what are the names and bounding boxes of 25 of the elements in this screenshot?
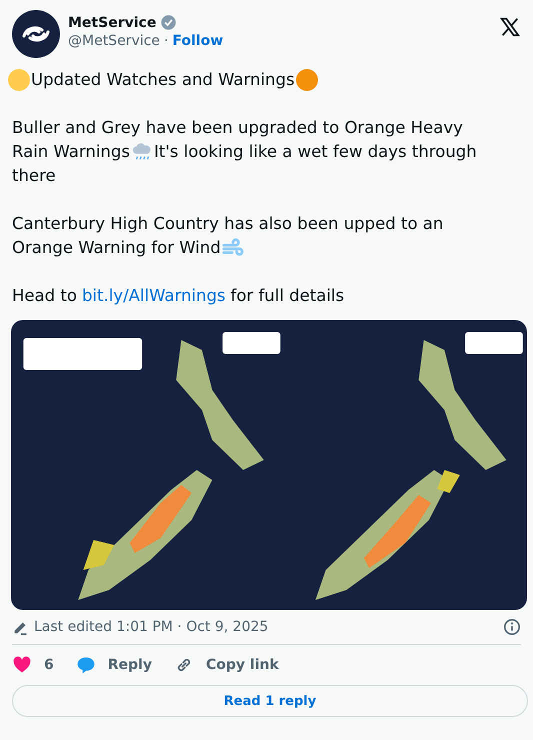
copy-button[interactable]: Copy link (174, 655, 279, 675)
avatar-logo[interactable] (12, 10, 60, 58)
post-text: there (12, 165, 56, 187)
post-text: Head to (12, 285, 77, 307)
post-text: It's looking like a wet few days through (154, 141, 477, 163)
post-text: Canterbury High Country has also been upped to an (12, 213, 444, 235)
x-logo-icon[interactable] (499, 16, 521, 38)
heart-icon (12, 655, 32, 675)
wind-icon (222, 237, 244, 259)
follow-link[interactable]: Follow (172, 33, 224, 49)
edit-timestamp: Last edited 1:01 PM · Oct 9, 2025 (34, 619, 268, 635)
post-text: Orange Warning for Wind (12, 237, 221, 259)
info-icon[interactable] (503, 618, 521, 636)
post-text: Buller and Grey have been upgraded to Orange Heavy (12, 117, 463, 139)
link[interactable]: bit.ly/AllWarnings (82, 284, 226, 308)
reply-button[interactable]: Reply (76, 655, 152, 675)
read-replies-button[interactable]: Read 1 reply (12, 685, 528, 717)
speech-bubble-icon (76, 655, 96, 675)
author-handle[interactable]: @MetService (68, 33, 160, 49)
like-button[interactable]: 6 (12, 655, 54, 675)
author-name[interactable]: MetService (68, 14, 156, 30)
post-text: Rain Warnings (12, 141, 130, 163)
post-text: for full details (230, 285, 344, 307)
post-text: Updated Watches and Warnings (31, 69, 295, 91)
separator-dot: · (164, 33, 168, 49)
